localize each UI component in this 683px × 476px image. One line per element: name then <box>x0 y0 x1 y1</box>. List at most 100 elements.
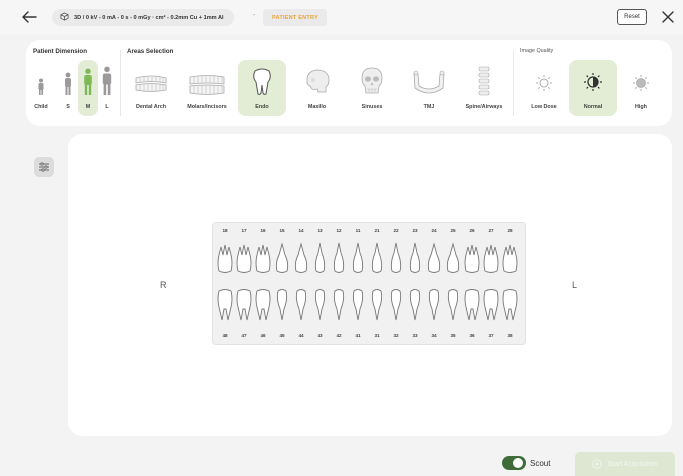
option-label: Sinuses <box>361 104 383 110</box>
lower-tooth[interactable] <box>501 289 519 322</box>
area-molars-incisors[interactable]: Molars/Incisors <box>180 60 234 116</box>
lower-tooth[interactable] <box>273 289 291 322</box>
area-tmj[interactable]: TMJ <box>404 60 454 116</box>
lower-tooth[interactable] <box>330 289 348 322</box>
exposure-info-text: 3D / 0 kV - 0 mA - 0 s - 0 mGy · cm² - 0… <box>74 14 224 21</box>
area-maxillo[interactable]: Maxillo <box>294 60 340 116</box>
filter-settings-button[interactable] <box>34 157 54 177</box>
upper-tooth[interactable] <box>254 241 272 274</box>
lower-tooth[interactable] <box>406 289 424 322</box>
patient-size-s[interactable]: S <box>59 60 77 116</box>
scout-toggle[interactable]: Scout <box>502 456 550 470</box>
upper-tooth[interactable] <box>273 241 291 274</box>
tooth-number: 11 <box>355 228 361 233</box>
tooth-chart: 18 17 16 15 14 13 12 11 21 22 23 24 25 26 27 28 48 47 46 45… <box>212 222 526 345</box>
patient-size-child[interactable]: Child <box>30 60 52 116</box>
option-label: TMJ <box>423 104 435 110</box>
lower-tooth[interactable] <box>368 289 386 322</box>
toggle-knob <box>513 458 523 468</box>
scout-label: Scout <box>530 458 551 468</box>
upper-tooth[interactable] <box>368 241 386 274</box>
tooth-icon <box>238 68 286 96</box>
tooth-number: 48 <box>222 333 228 338</box>
lower-tooth[interactable] <box>444 289 462 322</box>
medium-figure-icon <box>78 68 98 96</box>
tooth-number: 22 <box>393 228 399 233</box>
option-label: L <box>105 104 109 110</box>
upper-tooth[interactable] <box>425 241 443 274</box>
lower-tooth[interactable] <box>349 289 367 322</box>
quality-high[interactable]: High <box>624 60 658 116</box>
spine-icon <box>459 66 509 96</box>
patient-size-l[interactable]: L <box>99 60 115 116</box>
upper-tooth[interactable] <box>463 241 481 274</box>
tooth-number: 15 <box>279 228 285 233</box>
lower-tooth[interactable] <box>311 289 329 322</box>
tooth-number: 43 <box>317 333 323 338</box>
patient-entry-link[interactable]: PATIENT ENTRY <box>263 9 328 26</box>
tooth-number: 18 <box>222 228 228 233</box>
tooth-number: 12 <box>336 228 342 233</box>
upper-tooth[interactable] <box>349 241 367 274</box>
upper-tooth[interactable] <box>292 241 310 274</box>
back-arrow-icon[interactable] <box>20 9 38 25</box>
upper-tooth[interactable] <box>387 241 405 274</box>
area-spine-airways[interactable]: Spine/Airways <box>459 60 509 116</box>
filter-settings-icon <box>39 162 49 172</box>
lower-tooth[interactable] <box>463 289 481 322</box>
tooth-number: 17 <box>241 228 247 233</box>
quality-low-dose[interactable]: Low Dose <box>522 60 566 116</box>
right-side-label: R <box>160 280 167 290</box>
upper-tooth[interactable] <box>406 241 424 274</box>
tooth-number: 46 <box>260 333 266 338</box>
lower-tooth[interactable] <box>292 289 310 322</box>
lower-tooth[interactable] <box>254 289 272 322</box>
upper-tooth[interactable] <box>444 241 462 274</box>
tooth-number: 23 <box>412 228 418 233</box>
lower-tooth[interactable] <box>387 289 405 322</box>
tooth-number: 34 <box>431 333 437 338</box>
start-acquisition-button[interactable]: Start Acquisition <box>575 452 675 476</box>
tooth-number: 32 <box>393 333 399 338</box>
area-sinuses[interactable]: Sinuses <box>348 60 396 116</box>
tooth-number: 44 <box>298 333 304 338</box>
child-figure-icon <box>30 78 52 96</box>
lower-tooth[interactable] <box>425 289 443 322</box>
option-label: Molars/Incisors <box>187 104 227 110</box>
upper-tooth[interactable] <box>482 241 500 274</box>
lower-tooth[interactable] <box>216 289 234 322</box>
option-label: Maxillo <box>307 104 327 110</box>
areas-selection-title: Areas Selection <box>127 48 174 55</box>
tooth-number: 47 <box>241 333 247 338</box>
upper-tooth[interactable] <box>330 241 348 274</box>
area-endo[interactable]: Endo <box>238 60 286 116</box>
tooth-number: 16 <box>260 228 266 233</box>
header-separator: - <box>253 12 256 19</box>
upper-tooth[interactable] <box>216 241 234 274</box>
jaw-joint-icon <box>404 70 454 94</box>
toggle-switch[interactable] <box>502 456 526 470</box>
tooth-number: 35 <box>450 333 456 338</box>
patient-size-m[interactable]: M <box>78 60 98 116</box>
upper-tooth[interactable] <box>311 241 329 274</box>
option-label: Spine/Airways <box>465 104 503 110</box>
tooth-number: 24 <box>431 228 437 233</box>
reset-button[interactable]: Reset <box>617 9 647 25</box>
close-icon[interactable] <box>660 9 676 25</box>
tooth-number: 31 <box>374 333 380 338</box>
tooth-number: 36 <box>469 333 475 338</box>
upper-tooth[interactable] <box>501 241 519 274</box>
tooth-number: 28 <box>507 228 513 233</box>
lower-tooth[interactable] <box>482 289 500 322</box>
quality-normal[interactable]: Normal <box>569 60 617 116</box>
skull-profile-icon <box>294 68 340 96</box>
tooth-number: 33 <box>412 333 418 338</box>
area-dental-arch[interactable]: Dental Arch <box>127 60 175 116</box>
tooth-number: 38 <box>507 333 513 338</box>
upper-tooth[interactable] <box>235 241 253 274</box>
option-label: Low Dose <box>531 104 557 110</box>
lower-tooth[interactable] <box>235 289 253 322</box>
tooth-number: 42 <box>336 333 342 338</box>
divider <box>120 50 121 116</box>
dental-arch-icon <box>127 74 175 94</box>
